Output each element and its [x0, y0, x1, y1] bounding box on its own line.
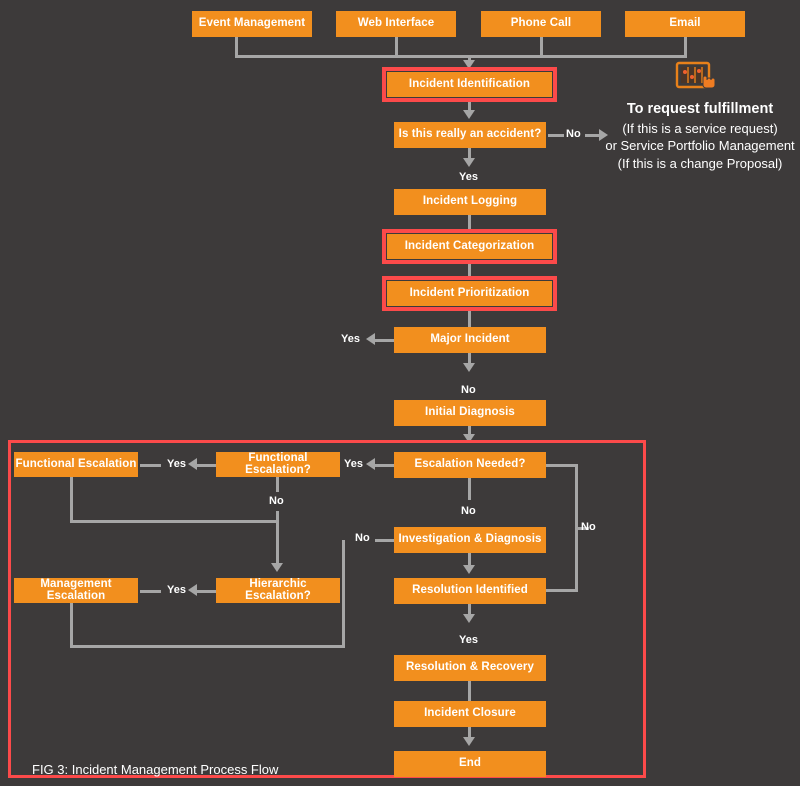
node-investigation-diagnosis[interactable]: Investigation & Diagnosis: [394, 527, 546, 553]
edge-label-escalation-no: No: [461, 505, 476, 517]
node-management-escalation[interactable]: Management Escalation: [14, 578, 138, 603]
connector-logging-to-categorization: [468, 215, 471, 229]
edge-label-major-no: No: [461, 384, 476, 396]
edge-label-escalation-yes: Yes: [344, 458, 363, 470]
arrowhead-diagnosis-to-escalation: [463, 434, 475, 443]
edge-label-major-yes: Yes: [341, 333, 360, 345]
node-hierarchic-escalation-question[interactable]: Hierarchic Escalation?: [216, 578, 340, 603]
node-escalation-needed[interactable]: Escalation Needed?: [394, 452, 546, 478]
connector-right-no-bottom: [546, 589, 578, 592]
node-initial-diagnosis[interactable]: Initial Diagnosis: [394, 400, 546, 426]
connector-event-management-drop: [235, 37, 238, 55]
node-is-really-accident[interactable]: Is this really an accident?: [394, 122, 546, 148]
connector-hierarchic-yes-tail: [140, 590, 161, 593]
note-title: To request fulfillment: [626, 101, 774, 117]
connector-recovery-to-closure: [468, 681, 471, 701]
edge-label-investigation-no: No: [355, 532, 370, 544]
figure-caption: FIG 3: Incident Management Process Flow: [32, 762, 279, 777]
edge-label-accident-yes: Yes: [459, 171, 478, 183]
node-major-incident[interactable]: Major Incident: [394, 327, 546, 353]
edge-label-accident-no: No: [566, 128, 581, 140]
node-functional-escalation-question[interactable]: Functional Escalation?: [216, 452, 340, 477]
arrowhead-resolution-yes: [463, 614, 475, 623]
connector-major-yes: [373, 339, 394, 342]
node-end[interactable]: End: [394, 751, 546, 777]
connector-escalation-no: [468, 478, 471, 500]
connector-phone-call-drop: [540, 37, 543, 55]
service-request-icon: [675, 60, 719, 96]
flowchart-canvas: Event Management Web Interface Phone Cal…: [0, 0, 800, 786]
connector-management-loop-right: [70, 645, 345, 648]
arrowhead-major-no: [463, 363, 475, 372]
arrowhead-hierarchic-yes: [188, 584, 197, 596]
node-incident-prioritization[interactable]: Incident Prioritization: [387, 281, 552, 306]
node-resolution-identified[interactable]: Resolution Identified: [394, 578, 546, 604]
connector-management-loop-up: [342, 540, 345, 645]
connector-functional-yes: [195, 464, 216, 467]
node-phone-call[interactable]: Phone Call: [481, 11, 601, 37]
arrowhead-investigation-to-resolution: [463, 565, 475, 574]
arrowhead-accident-yes: [463, 158, 475, 167]
connector-right-no-top: [546, 464, 578, 467]
connector-functional-no-lower: [276, 511, 279, 566]
connector-functional-loop-down: [70, 477, 73, 520]
edge-label-hierarchic-yes: Yes: [167, 584, 186, 596]
node-functional-escalation[interactable]: Functional Escalation: [14, 452, 138, 477]
edge-label-functional-yes: Yes: [167, 458, 186, 470]
connector-functional-no-upper: [276, 477, 279, 492]
node-incident-logging[interactable]: Incident Logging: [394, 189, 546, 215]
node-incident-categorization[interactable]: Incident Categorization: [387, 234, 552, 259]
node-web-interface[interactable]: Web Interface: [336, 11, 456, 37]
connector-web-interface-drop: [395, 37, 398, 55]
connector-functional-loop-right: [70, 520, 278, 523]
edge-label-escalation-right-no: No: [581, 521, 596, 533]
connector-accident-no: [548, 134, 564, 137]
note-line-3: (If this is a change Proposal): [617, 155, 783, 171]
arrowhead-bus-to-identification: [463, 60, 475, 69]
arrowhead-functional-yes: [188, 458, 197, 470]
connector-management-loop-down: [70, 603, 73, 645]
node-resolution-recovery[interactable]: Resolution & Recovery: [394, 655, 546, 681]
connector-email-drop: [684, 37, 687, 55]
connector-investigation-no: [375, 539, 394, 542]
connector-hierarchic-yes: [195, 590, 216, 593]
connector-categorization-to-prioritization: [468, 262, 471, 276]
note-line-2: or Service Portfolio Management: [605, 138, 795, 154]
note-line-1: (If this is a service request): [622, 120, 778, 136]
connector-prioritization-to-major: [468, 311, 471, 327]
edge-label-functional-no: No: [269, 495, 284, 507]
connector-functional-yes-tail: [140, 464, 161, 467]
highlight-escalation-section: [8, 440, 646, 778]
arrowhead-identification-to-accident: [463, 110, 475, 119]
node-incident-closure[interactable]: Incident Closure: [394, 701, 546, 727]
request-fulfillment-note: To request fulfillment (If this is a ser…: [600, 100, 800, 172]
node-email[interactable]: Email: [625, 11, 745, 37]
arrowhead-major-yes: [366, 333, 375, 345]
connector-source-bus: [235, 55, 687, 58]
node-event-management[interactable]: Event Management: [192, 11, 312, 37]
edge-label-resolution-yes: Yes: [459, 634, 478, 646]
arrowhead-functional-no: [271, 563, 283, 572]
arrowhead-escalation-yes: [366, 458, 375, 470]
node-incident-identification[interactable]: Incident Identification: [387, 72, 552, 97]
arrowhead-closure-to-end: [463, 737, 475, 746]
connector-escalation-yes: [373, 464, 394, 467]
